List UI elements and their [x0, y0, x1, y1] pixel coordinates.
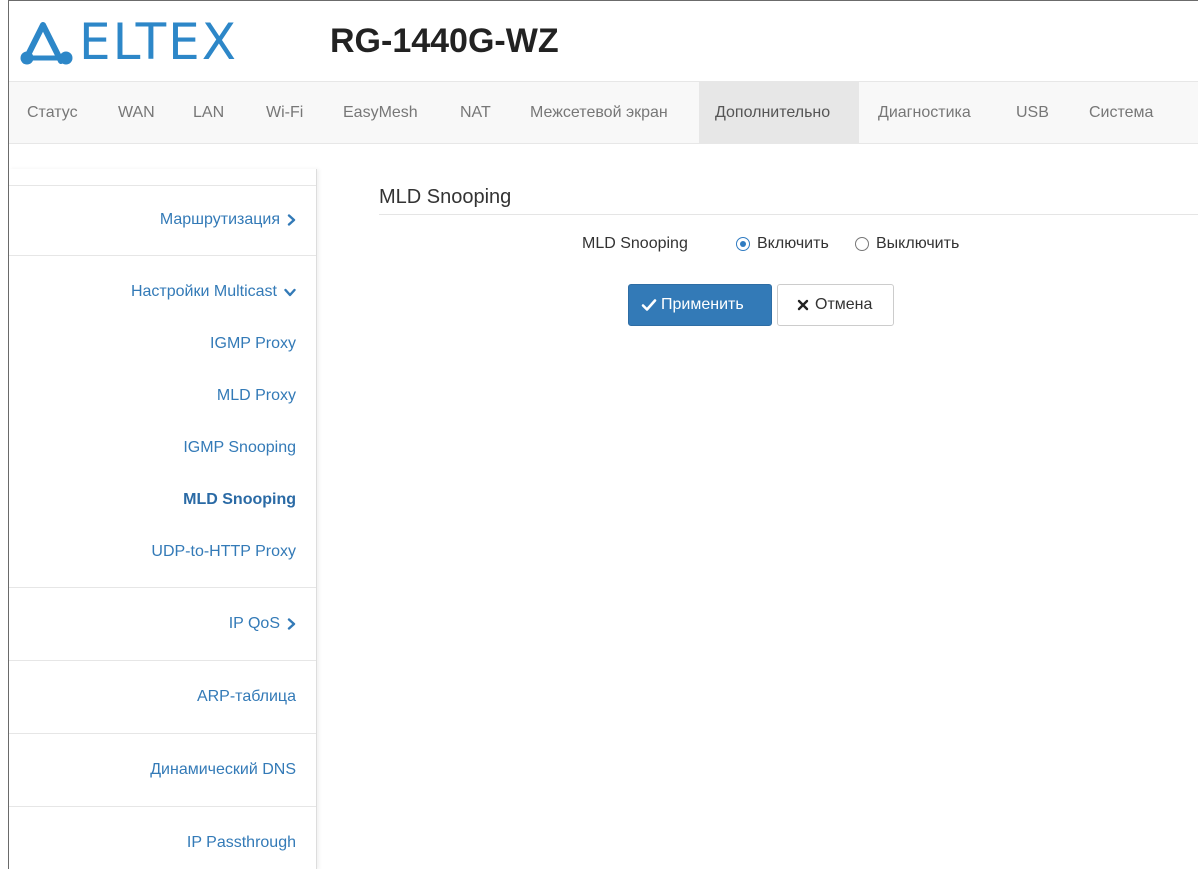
chevron-down-icon	[284, 288, 296, 297]
nav-nat[interactable]: NAT	[452, 82, 499, 144]
sidebar-item-ip-passthrough[interactable]: IP Passthrough	[187, 833, 296, 853]
apply-button-label: Применить	[661, 296, 744, 313]
sidebar-item-udp-to-http-proxy[interactable]: UDP-to-HTTP Proxy	[151, 542, 296, 562]
cancel-button-label: Отмена	[815, 296, 873, 313]
sidebar-item-igmp-proxy[interactable]: IGMP Proxy	[210, 334, 296, 354]
chevron-right-icon	[287, 618, 296, 630]
sidebar-group-multicast: Настройки Multicast IGMP Proxy MLD Proxy…	[9, 255, 316, 587]
apply-button[interactable]: Применить	[628, 284, 772, 326]
sidebar-item-igmp-snooping[interactable]: IGMP Snooping	[183, 438, 296, 458]
nav-lan[interactable]: LAN	[185, 82, 232, 144]
nav-wifi[interactable]: Wi-Fi	[258, 82, 311, 144]
sidebar-item-label: IP QoS	[228, 615, 280, 632]
radio-disable[interactable]: Выключить	[855, 234, 959, 254]
device-model: RG-1440G-WZ	[330, 22, 559, 60]
eltex-logo[interactable]: ELTEX	[19, 15, 238, 69]
radio-enable-label: Включить	[757, 235, 829, 252]
sidebar-item-label: Маршрутизация	[159, 211, 280, 228]
nav-easymesh[interactable]: EasyMesh	[335, 82, 426, 144]
radio-checked-icon[interactable]	[736, 237, 750, 251]
sidebar-item-ipqos[interactable]: IP QoS	[229, 614, 296, 634]
sidebar-group-passthrough: IP Passthrough	[9, 806, 316, 869]
main-nav: Статус WAN LAN Wi-Fi EasyMesh NAT Межсет…	[9, 81, 1198, 144]
nav-firewall[interactable]: Межсетевой экран	[522, 82, 676, 144]
router-web-ui: ELTEX RG-1440G-WZ Статус WAN LAN Wi-Fi E…	[8, 0, 1198, 869]
nav-diagnostics[interactable]: Диагностика	[870, 82, 979, 144]
sidebar-item-routing[interactable]: Маршрутизация	[160, 210, 296, 230]
radio-disable-label: Выключить	[876, 235, 960, 252]
sidebar-group-arp: ARP-таблица	[9, 660, 316, 733]
header: ELTEX RG-1440G-WZ	[9, 1, 1198, 81]
sidebar-item-dynamic-dns[interactable]: Динамический DNS	[150, 760, 296, 780]
mld-snooping-label: MLD Snooping	[582, 235, 688, 252]
sidebar-item-mld-proxy[interactable]: MLD Proxy	[217, 386, 296, 406]
check-icon	[641, 299, 657, 311]
sidebar-item-label: Настройки Multicast	[130, 283, 277, 300]
sidebar-group-ddns: Динамический DNS	[9, 733, 316, 806]
cancel-button[interactable]: Отмена	[777, 284, 894, 326]
sidebar-group-ipqos: IP QoS	[9, 587, 316, 660]
sidebar-item-arp-table[interactable]: ARP-таблица	[197, 687, 296, 707]
close-icon	[797, 299, 809, 311]
sidebar: Маршрутизация Настройки Multicast IGMP P…	[9, 169, 317, 869]
nav-wan[interactable]: WAN	[110, 82, 163, 144]
nav-usb[interactable]: USB	[1008, 82, 1057, 144]
nav-system[interactable]: Система	[1081, 82, 1161, 144]
nav-status[interactable]: Статус	[19, 82, 86, 144]
eltex-logo-icon	[20, 22, 73, 65]
sidebar-item-multicast[interactable]: Настройки Multicast	[131, 282, 296, 302]
page-title: MLD Snooping	[379, 186, 512, 208]
title-divider	[379, 214, 1198, 215]
chevron-right-icon	[287, 214, 296, 226]
radio-unchecked-icon[interactable]	[855, 237, 869, 251]
radio-enable[interactable]: Включить	[736, 234, 829, 254]
sidebar-item-mld-snooping[interactable]: MLD Snooping	[183, 490, 296, 510]
sidebar-group-routing: Маршрутизация	[9, 185, 316, 255]
logo-wordmark: ELTEX	[79, 13, 238, 71]
nav-advanced[interactable]: Дополнительно	[699, 82, 859, 144]
